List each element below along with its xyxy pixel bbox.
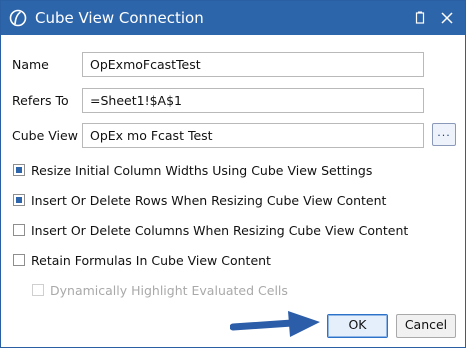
option-label: Retain Formulas In Cube View Content xyxy=(31,253,271,268)
option-label: Dynamically Highlight Evaluated Cells xyxy=(50,283,288,298)
window-title: Cube View Connection xyxy=(35,9,204,27)
option-label: Resize Initial Column Widths Using Cube … xyxy=(31,163,373,178)
option-label: Insert Or Delete Columns When Resizing C… xyxy=(31,223,409,238)
checkbox-unchecked[interactable] xyxy=(13,224,25,236)
checkbox-checked[interactable] xyxy=(13,164,25,176)
name-label: Name xyxy=(12,57,49,72)
checkbox-unchecked[interactable] xyxy=(13,254,25,266)
arrow-right-icon xyxy=(230,311,320,337)
browse-cube-view-button[interactable]: ... xyxy=(432,123,456,146)
refers-to-field[interactable]: =Sheet1!$A$1 xyxy=(82,88,424,113)
cube-view-label: Cube View xyxy=(12,128,78,143)
restore-window-button[interactable] xyxy=(408,6,432,30)
close-window-button[interactable] xyxy=(435,6,459,30)
name-field[interactable]: OpExmoFcastTest xyxy=(82,52,424,77)
onestream-logo-icon xyxy=(9,9,27,27)
title-bar: Cube View Connection xyxy=(1,1,465,35)
refers-to-label: Refers To xyxy=(12,93,69,108)
restore-window-icon xyxy=(415,11,425,24)
cancel-button[interactable]: Cancel xyxy=(396,314,456,338)
close-icon xyxy=(441,12,453,24)
cube-view-field[interactable]: OpEx mo Fcast Test xyxy=(82,123,424,148)
option-label: Insert Or Delete Rows When Resizing Cube… xyxy=(31,193,387,208)
checkbox-disabled xyxy=(32,284,44,296)
checkbox-checked[interactable] xyxy=(13,194,25,206)
ok-button[interactable]: OK xyxy=(327,314,388,338)
cube-view-connection-dialog: Cube View Connection Name OpExmoFcastTes… xyxy=(0,0,466,348)
